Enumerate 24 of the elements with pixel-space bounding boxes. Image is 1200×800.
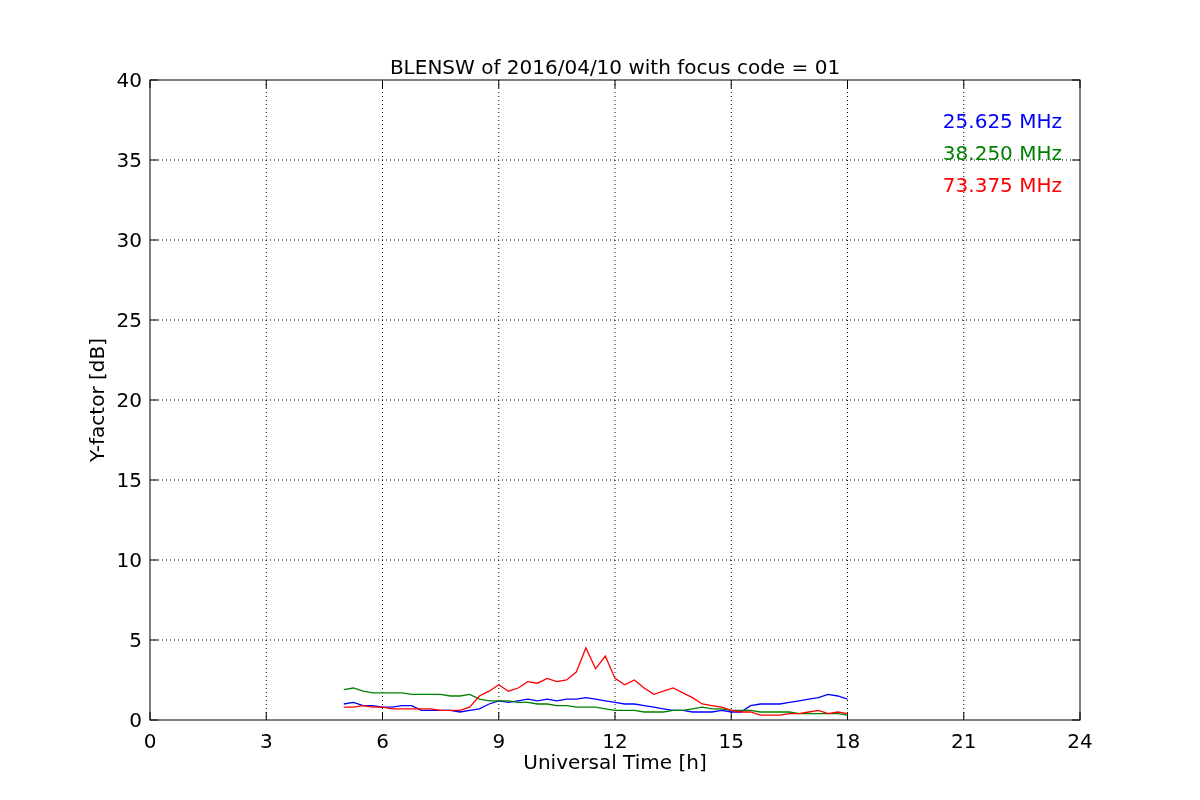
tick-label: 10 [116,548,142,572]
legend-label: 25.625 MHz [942,109,1062,133]
tick-label: 15 [718,729,744,753]
tick-label: 0 [143,729,157,753]
tick-label: 3 [259,729,273,753]
tick-label: 12 [602,729,628,753]
tick-label: 18 [834,729,861,753]
tick-label: 15 [116,468,142,492]
tick-label: 24 [1067,729,1093,753]
tick-label: 30 [116,228,142,252]
tick-label: 20 [116,388,142,412]
x-axis-label: Universal Time [h] [523,750,707,774]
tick-label: 9 [492,729,506,753]
legend-label: 73.375 MHz [942,173,1062,197]
chart-title: BLENSW of 2016/04/10 with focus code = 01 [389,55,841,79]
legend-label: 38.250 MHz [942,141,1062,165]
tick-label: 25 [116,308,142,332]
tick-label: 40 [116,68,142,92]
tick-label: 35 [116,148,142,172]
tick-label: 5 [129,628,142,652]
tick-label: 21 [951,729,977,753]
y-axis-label: Y-factor [dB] [85,338,109,462]
tick-label: 0 [129,708,142,732]
tick-label: 6 [376,729,389,753]
